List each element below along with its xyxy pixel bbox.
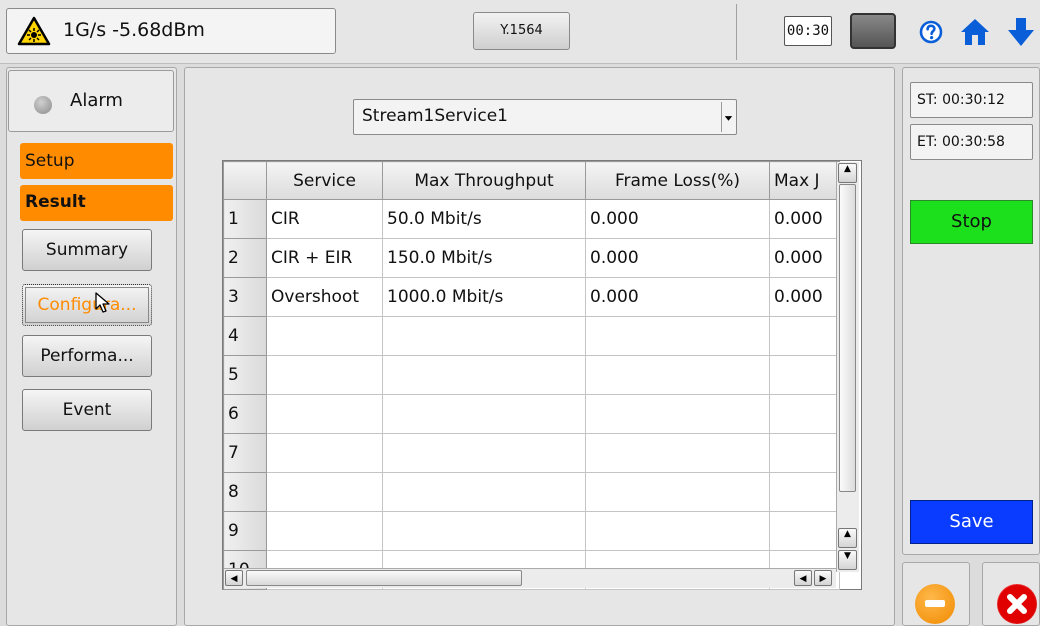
row-number[interactable]: 9 [223,511,267,551]
sidebar-item-summary[interactable]: Summary [22,229,152,271]
table-cell[interactable] [266,316,383,356]
table-cell[interactable] [769,394,840,434]
download-arrow-icon[interactable] [1007,16,1035,48]
scroll-left-button[interactable]: ◀ [225,570,243,586]
battery-icon [850,13,896,49]
alarm-label: Alarm [70,90,123,111]
table-cell[interactable]: 0.000 [585,199,770,239]
table-row[interactable]: 9 [223,511,840,551]
table-cell[interactable]: 150.0 Mbit/s [382,238,586,278]
sidebar-item-configuration[interactable]: Configura... [22,284,152,326]
table-cell[interactable] [769,355,840,395]
table-cell[interactable] [382,316,586,356]
row-number[interactable]: 5 [223,355,267,395]
row-number[interactable]: 8 [223,472,267,512]
table-cell[interactable] [769,511,840,551]
tab-setup[interactable]: Setup [20,143,173,179]
scroll-thumb[interactable] [839,184,856,492]
help-icon[interactable] [919,20,943,44]
table-cell[interactable] [769,316,840,356]
toolbar-divider [736,4,737,60]
table-cell[interactable]: CIR + EIR [266,238,383,278]
table-row[interactable]: 1 CIR 50.0 Mbit/s 0.000 0.000 [223,199,840,239]
horizontal-scroll-thumb[interactable] [246,570,522,586]
table-cell[interactable]: CIR [266,199,383,239]
table-cell[interactable] [585,472,770,512]
stream-select-value: Stream1Service1 [362,106,508,126]
table-header-row: Service Max Throughput Frame Loss(%) Max… [223,161,840,200]
table-cell[interactable]: 0.000 [585,238,770,278]
table-cell[interactable] [266,511,383,551]
start-time-display: ST: 00:30:12 [910,82,1033,118]
table-cell[interactable] [585,316,770,356]
table-row[interactable]: 4 [223,316,840,356]
table-row[interactable]: 7 [223,433,840,473]
table-row[interactable]: 5 [223,355,840,395]
scroll-up-button[interactable]: ▲ [838,163,857,183]
home-icon[interactable] [960,18,990,46]
row-number[interactable]: 6 [223,394,267,434]
sidebar-item-event[interactable]: Event [22,389,152,431]
table-cell[interactable]: 0.000 [769,238,840,278]
result-table: Service Max Throughput Frame Loss(%) Max… [222,160,862,590]
horizontal-scrollbar[interactable]: ◀ ◀ ▶ [224,568,836,588]
sidebar-item-performance[interactable]: Performa... [22,335,152,377]
column-header-max-throughput[interactable]: Max Throughput [382,161,586,200]
corner-header [223,161,267,200]
table-cell[interactable] [585,433,770,473]
table-row[interactable]: 6 [223,394,840,434]
tab-result[interactable]: Result [20,185,173,221]
alarm-led-icon [34,96,52,114]
table-cell[interactable]: 1000.0 Mbit/s [382,277,586,317]
table-cell[interactable]: Overshoot [266,277,383,317]
chevron-down-icon[interactable] [721,102,735,132]
vertical-scrollbar[interactable]: ▲ ▲ ▼ [836,162,859,572]
table-cell[interactable] [266,394,383,434]
table-cell[interactable]: 0.000 [769,199,840,239]
table-cell[interactable]: 0.000 [585,277,770,317]
table-cell[interactable] [769,472,840,512]
scroll-right-button[interactable]: ▶ [814,570,832,586]
table-cell[interactable]: 50.0 Mbit/s [382,199,586,239]
save-button[interactable]: Save [910,500,1033,544]
warning-laser-icon [17,16,51,46]
row-number[interactable]: 7 [223,433,267,473]
table-cell[interactable] [382,394,586,434]
row-number[interactable]: 1 [223,199,267,239]
result-grid: Service Max Throughput Frame Loss(%) Max… [223,161,840,590]
column-header-frame-loss[interactable]: Frame Loss(%) [585,161,770,200]
stop-button[interactable]: Stop [910,200,1033,244]
table-cell[interactable] [382,472,586,512]
end-time-display: ET: 00:30:58 [910,124,1033,160]
row-number[interactable]: 4 [223,316,267,356]
scroll-down-button[interactable]: ▼ [838,550,857,570]
table-cell[interactable] [266,472,383,512]
test-mode-button[interactable]: Y.1564 [473,12,570,50]
table-row[interactable]: 8 [223,472,840,512]
scroll-up-step-button[interactable]: ▲ [838,528,857,548]
table-cell[interactable] [266,355,383,395]
close-icon[interactable] [997,584,1037,624]
table-cell[interactable] [382,433,586,473]
table-row[interactable]: 3 Overshoot 1000.0 Mbit/s 0.000 0.000 [223,277,840,317]
minimize-icon-bar [925,600,945,607]
scroll-left-step-button[interactable]: ◀ [794,570,812,586]
table-cell[interactable] [585,355,770,395]
column-header-max-jitter[interactable]: Max J [769,161,840,200]
table-cell[interactable] [266,433,383,473]
timer-display: 00:30 [784,16,832,46]
signal-status-box[interactable]: 1G/s -5.68dBm [6,8,336,54]
table-cell[interactable] [382,355,586,395]
table-cell[interactable] [585,511,770,551]
signal-level-text: 1G/s -5.68dBm [63,19,205,41]
row-number[interactable]: 2 [223,238,267,278]
table-cell[interactable] [769,433,840,473]
table-cell[interactable] [585,394,770,434]
column-header-service[interactable]: Service [266,161,383,200]
mouse-cursor-icon [95,292,110,313]
table-cell[interactable]: 0.000 [769,277,840,317]
row-number[interactable]: 3 [223,277,267,317]
table-row[interactable]: 2 CIR + EIR 150.0 Mbit/s 0.000 0.000 [223,238,840,278]
table-cell[interactable] [382,511,586,551]
